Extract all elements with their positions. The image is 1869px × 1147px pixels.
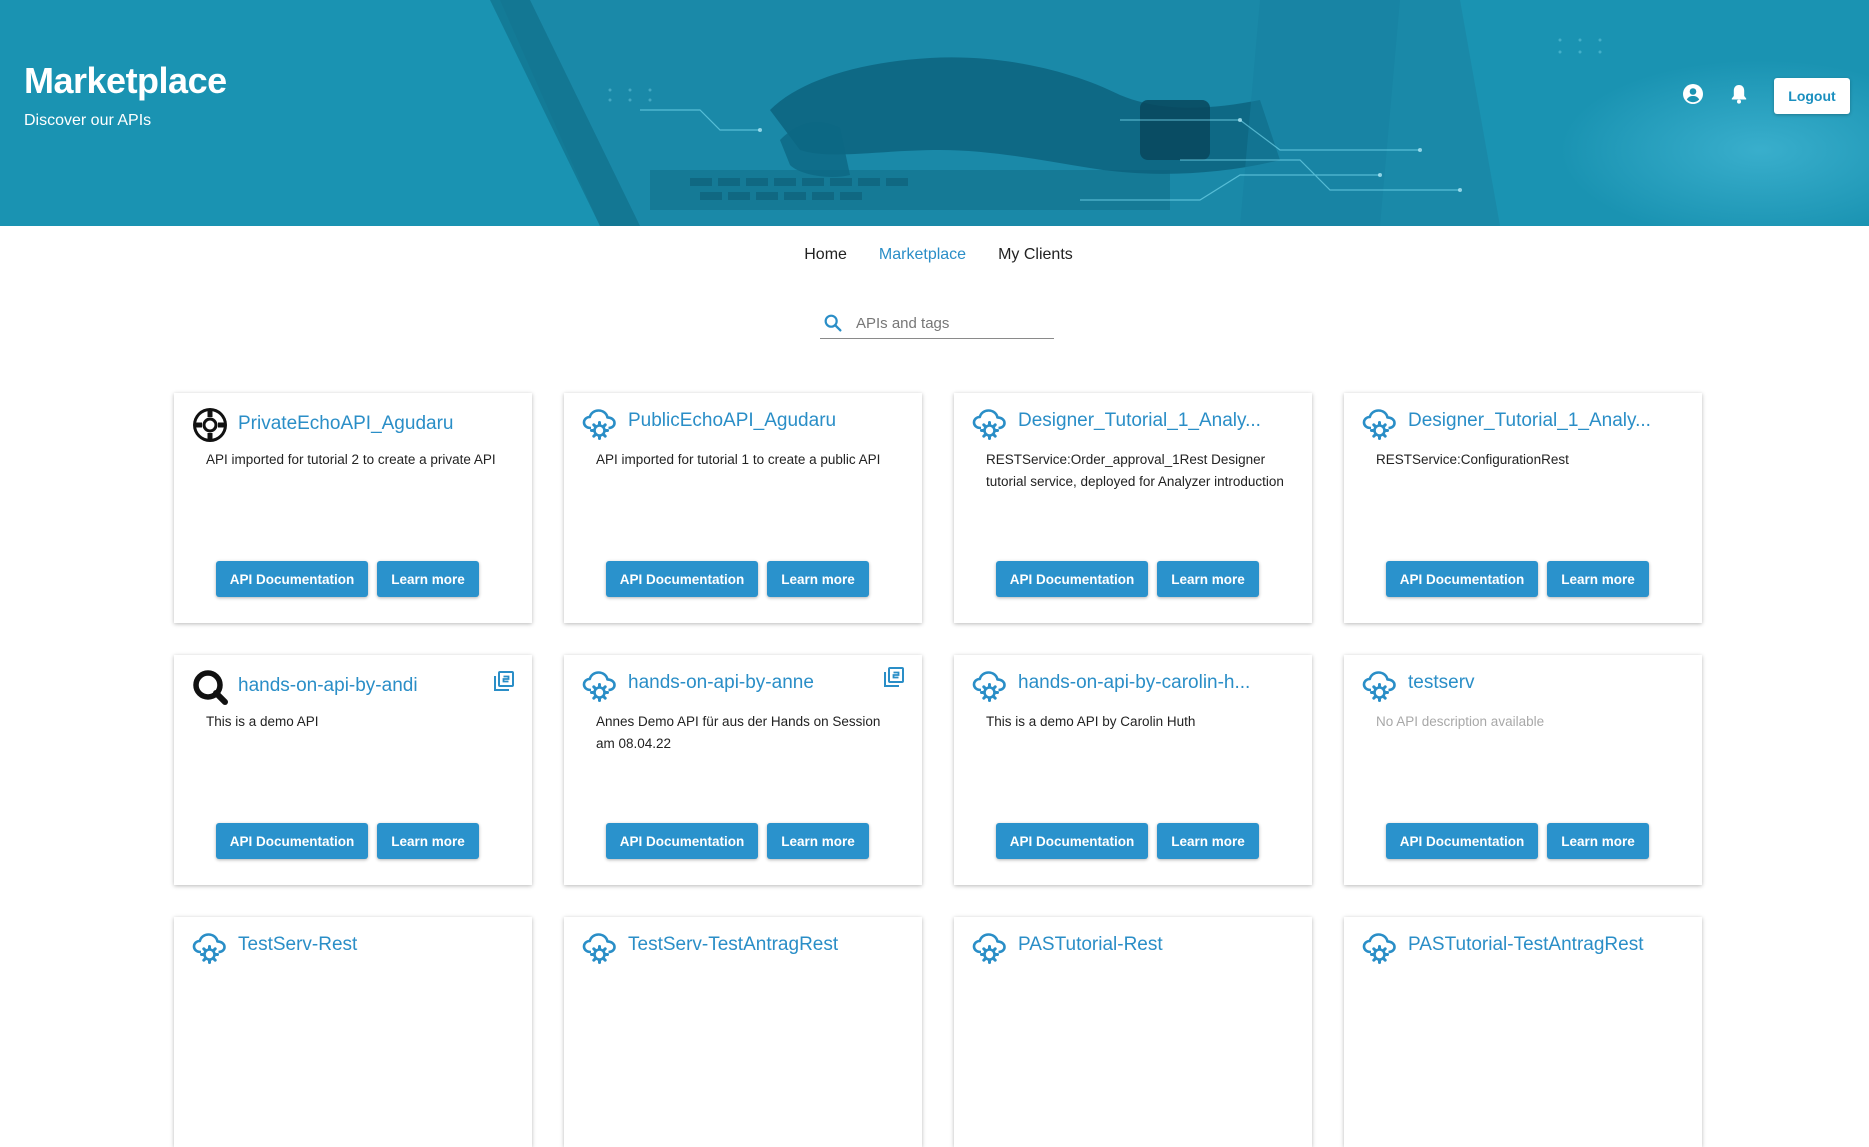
api-description: API imported for tutorial 1 to create a … [596, 452, 881, 467]
api-card: TestServ-Rest [174, 917, 532, 1147]
api-description: RESTService:Order_approval_1Rest Designe… [986, 452, 1284, 489]
api-title[interactable]: Designer_Tutorial_1_Analy... [1408, 410, 1678, 432]
learn-more-button[interactable]: Learn more [377, 561, 479, 597]
account-circle-icon[interactable] [1681, 82, 1705, 106]
learn-more-button[interactable]: Learn more [767, 561, 869, 597]
cloud-gear-icon [580, 929, 620, 969]
page-title: Marketplace [24, 60, 227, 101]
learn-more-button[interactable]: Learn more [1157, 561, 1259, 597]
api-card: hands-on-api-by-andi This is a demo API … [174, 655, 532, 885]
hero-banner: Marketplace Discover our APIs Logout [0, 0, 1869, 226]
api-title[interactable]: hands-on-api-by-carolin-h... [1018, 672, 1288, 694]
api-card: Designer_Tutorial_1_Analy... RESTService… [954, 393, 1312, 623]
learn-more-button[interactable]: Learn more [1547, 823, 1649, 859]
documentation-icon[interactable] [492, 669, 516, 693]
api-description: RESTService:ConfigurationRest [1376, 452, 1569, 467]
main-nav: Home Marketplace My Clients [0, 246, 1869, 270]
api-documentation-button[interactable]: API Documentation [606, 561, 758, 597]
api-card: TestServ-TestAntragRest [564, 917, 922, 1147]
api-description: API imported for tutorial 2 to create a … [206, 452, 496, 467]
api-title[interactable]: Designer_Tutorial_1_Analy... [1018, 410, 1288, 432]
cloud-gear-icon [970, 405, 1010, 445]
api-documentation-button[interactable]: API Documentation [1386, 561, 1538, 597]
learn-more-button[interactable]: Learn more [1157, 823, 1259, 859]
api-documentation-button[interactable]: API Documentation [996, 561, 1148, 597]
page-subtitle: Discover our APIs [24, 112, 152, 129]
api-title[interactable]: hands-on-api-by-anne [628, 672, 878, 694]
api-card: Designer_Tutorial_1_Analy... RESTService… [1344, 393, 1702, 623]
api-card: testserv No API description available AP… [1344, 655, 1702, 885]
api-description: This is a demo API [206, 714, 319, 729]
learn-more-button[interactable]: Learn more [1547, 561, 1649, 597]
api-description: This is a demo API by Carolin Huth [986, 714, 1196, 729]
nav-item-home[interactable]: Home [804, 246, 847, 270]
cloud-gear-icon [190, 929, 230, 969]
api-card: PublicEchoAPI_Agudaru API imported for t… [564, 393, 922, 623]
api-title[interactable]: hands-on-api-by-andi [238, 675, 488, 697]
hero-background-image [0, 0, 1869, 226]
api-title[interactable]: PublicEchoAPI_Agudaru [628, 410, 898, 432]
api-title[interactable]: testserv [1408, 672, 1678, 694]
api-documentation-button[interactable]: API Documentation [1386, 823, 1538, 859]
search-bar [820, 308, 1054, 339]
logout-button[interactable]: Logout [1774, 78, 1850, 114]
magnifier-logo-icon [193, 670, 228, 705]
nav-item-my-clients[interactable]: My Clients [998, 246, 1073, 270]
api-title[interactable]: TestServ-TestAntragRest [628, 934, 898, 956]
nav-item-marketplace[interactable]: Marketplace [879, 246, 966, 270]
learn-more-button[interactable]: Learn more [377, 823, 479, 859]
bell-icon[interactable] [1727, 82, 1751, 106]
api-card: PASTutorial-Rest [954, 917, 1312, 1147]
api-title[interactable]: PrivateEchoAPI_Agudaru [238, 413, 508, 435]
cloud-gear-icon [580, 667, 620, 707]
api-card: hands-on-api-by-anne Annes Demo API für … [564, 655, 922, 885]
api-title[interactable]: PASTutorial-Rest [1018, 934, 1288, 956]
cloud-gear-icon [970, 667, 1010, 707]
api-title[interactable]: PASTutorial-TestAntragRest [1408, 934, 1678, 956]
api-card-grid: PrivateEchoAPI_Agudaru API imported for … [174, 393, 1702, 1147]
api-card: PrivateEchoAPI_Agudaru API imported for … [174, 393, 532, 623]
search-input[interactable] [854, 310, 1054, 336]
cloud-gear-icon [1360, 405, 1400, 445]
cloud-gear-icon [970, 929, 1010, 969]
documentation-icon[interactable] [882, 665, 906, 689]
api-description: No API description available [1376, 714, 1545, 729]
api-title[interactable]: TestServ-Rest [238, 934, 508, 956]
lifebuoy-icon [193, 408, 227, 442]
cloud-gear-icon [1360, 929, 1400, 969]
api-documentation-button[interactable]: API Documentation [216, 561, 368, 597]
cloud-gear-icon [580, 405, 620, 445]
api-card: hands-on-api-by-carolin-h... This is a d… [954, 655, 1312, 885]
api-documentation-button[interactable]: API Documentation [216, 823, 368, 859]
learn-more-button[interactable]: Learn more [767, 823, 869, 859]
api-description: Annes Demo API für aus der Hands on Sess… [596, 714, 881, 751]
api-documentation-button[interactable]: API Documentation [606, 823, 758, 859]
search-icon [824, 314, 842, 332]
api-card: PASTutorial-TestAntragRest [1344, 917, 1702, 1147]
cloud-gear-icon [1360, 667, 1400, 707]
api-documentation-button[interactable]: API Documentation [996, 823, 1148, 859]
